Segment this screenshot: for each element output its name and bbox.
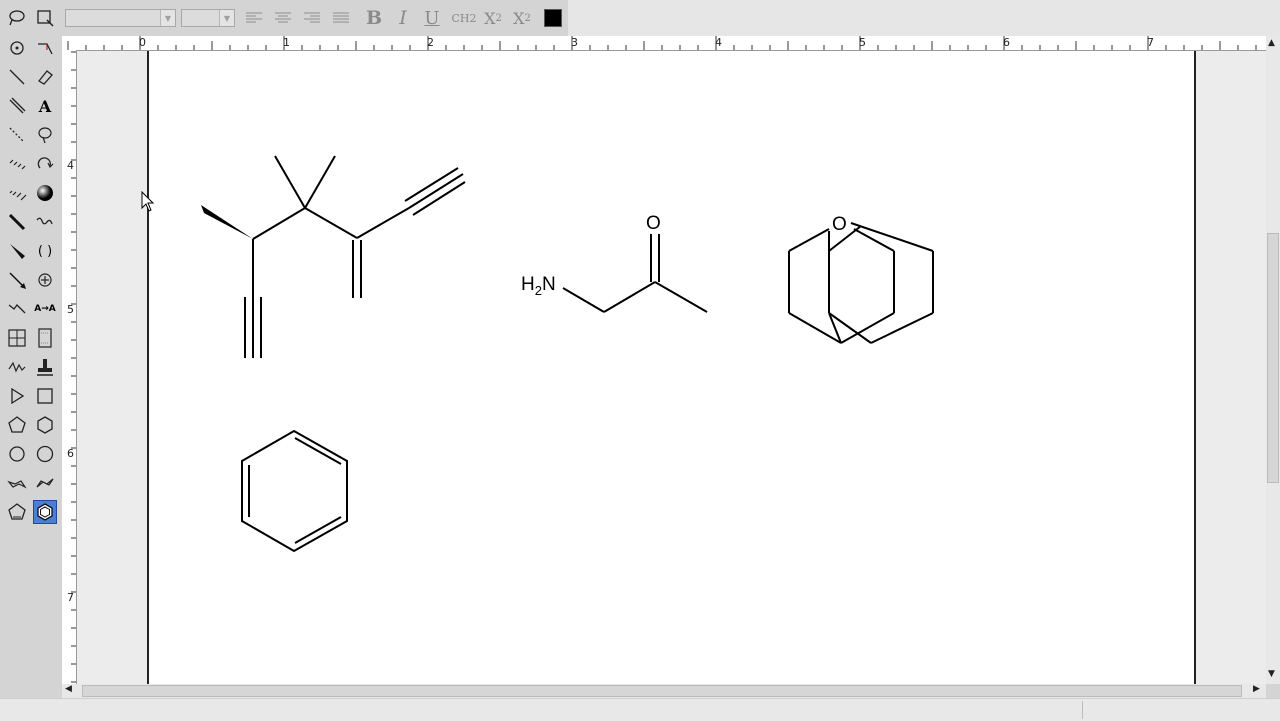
align-left-icon xyxy=(246,12,262,23)
cyclopentane-tool-icon[interactable] xyxy=(5,413,29,437)
justify-icon xyxy=(333,12,349,23)
color-button[interactable] xyxy=(541,6,565,30)
charge-tool-icon[interactable] xyxy=(33,268,57,292)
mouse-cursor-icon xyxy=(141,191,155,212)
chevron-down-icon: ▼ xyxy=(160,10,175,26)
ruler-label: 3 xyxy=(571,36,578,49)
chevron-down-icon: ▼ xyxy=(219,10,234,26)
ruler-label: 2 xyxy=(427,36,434,49)
drawing-svg: H2N O O xyxy=(201,155,934,553)
subscript-button[interactable]: X2 xyxy=(481,6,505,30)
dashed-bond-tool-icon[interactable] xyxy=(5,123,29,147)
text-format-toolbar: ▼ ▼ B I U CH2 X2 X2 xyxy=(0,0,1280,36)
double-bond-tool-icon[interactable] xyxy=(5,94,29,118)
bold-bond-tool-icon[interactable] xyxy=(5,210,29,234)
lasso-select-tool-icon[interactable] xyxy=(33,123,57,147)
marquee-tool-icon[interactable] xyxy=(33,6,57,30)
eraser-tool-icon[interactable] xyxy=(33,65,57,89)
spectrum-tool-icon[interactable] xyxy=(5,355,29,379)
stamp-tool-icon[interactable] xyxy=(33,355,57,379)
italic-button[interactable]: I xyxy=(391,6,415,30)
wedge-bond-tool-icon[interactable] xyxy=(5,239,29,263)
ruler-label: 6 xyxy=(1003,36,1010,49)
ruler-label: 6 xyxy=(67,447,74,460)
rotate-tool-icon[interactable] xyxy=(5,36,29,60)
ruler-label: 7 xyxy=(67,591,74,604)
rotate-arrow-tool-icon[interactable] xyxy=(33,152,57,176)
font-size-select[interactable]: ▼ xyxy=(181,9,235,27)
align-left-button[interactable] xyxy=(242,6,266,30)
cyclohexane-tool-icon[interactable] xyxy=(33,413,57,437)
molecule-enyne xyxy=(201,155,466,358)
scrollbar-thumb[interactable] xyxy=(1267,233,1279,483)
scroll-down-icon[interactable]: ▼ xyxy=(1268,669,1275,679)
ruler-label: 4 xyxy=(67,159,74,172)
scrollbar-thumb[interactable] xyxy=(82,685,1242,697)
chair-left-tool-icon[interactable] xyxy=(5,471,29,495)
wavy-bond-tool-icon[interactable] xyxy=(33,210,57,234)
ruler-label: 1 xyxy=(283,36,290,49)
justify-button[interactable] xyxy=(329,6,353,30)
single-bond-tool-icon[interactable] xyxy=(5,65,29,89)
ruler-label: 0 xyxy=(139,36,146,49)
table-tool-icon[interactable] xyxy=(5,326,29,350)
tlc-plate-tool-icon[interactable] xyxy=(33,326,57,350)
align-center-button[interactable] xyxy=(271,6,295,30)
cycloheptane-tool-icon[interactable] xyxy=(5,442,29,466)
vertical-ruler: 4 5 6 7 xyxy=(62,50,77,684)
hashed-wedge-tool-icon[interactable] xyxy=(5,181,29,205)
scroll-right-icon[interactable]: ▶ xyxy=(1253,684,1260,694)
lasso-tool-icon[interactable] xyxy=(5,6,29,30)
status-divider xyxy=(1082,701,1083,719)
vertical-scrollbar[interactable]: ▲ ▼ xyxy=(1266,36,1280,684)
align-right-button[interactable] xyxy=(300,6,324,30)
horizontal-scrollbar[interactable]: ◀ ▶ xyxy=(62,684,1266,698)
ruler-label: 7 xyxy=(1147,36,1154,49)
ruler-label: 5 xyxy=(67,303,74,316)
bold-button[interactable]: B xyxy=(362,6,386,30)
tool-palette: A ( ) A→A xyxy=(0,36,62,526)
chain-tool-icon[interactable] xyxy=(5,297,29,321)
ruler-label: 5 xyxy=(859,36,866,49)
cyclooctane-tool-icon[interactable] xyxy=(33,442,57,466)
rectangle-tool-icon[interactable] xyxy=(33,384,57,408)
bracket-tool[interactable]: ( ) xyxy=(33,239,57,263)
underline-button[interactable]: U xyxy=(420,6,444,30)
amine-label: H2N xyxy=(521,274,556,298)
ketone-oxygen-label: O xyxy=(646,213,661,234)
text-tool[interactable]: A xyxy=(33,94,57,118)
toolbar-empty-area xyxy=(568,0,1280,36)
color-swatch xyxy=(544,9,562,27)
molecule-aminoacetone xyxy=(562,234,708,313)
pen-tool-icon[interactable] xyxy=(5,268,29,292)
document-page[interactable]: H2N O O xyxy=(147,51,1196,684)
formula-button[interactable]: CH2 xyxy=(450,6,478,30)
scroll-up-icon[interactable]: ▲ xyxy=(1268,38,1275,48)
scroll-left-icon[interactable]: ◀ xyxy=(65,684,72,694)
align-center-icon xyxy=(275,12,291,23)
bond-line-tool-icon[interactable] xyxy=(33,36,57,60)
font-name-select[interactable]: ▼ xyxy=(65,9,176,27)
cyclopentadiene-tool-icon[interactable] xyxy=(5,500,29,524)
benzene-tool-icon[interactable] xyxy=(33,500,57,524)
hashed-bond-tool-icon[interactable] xyxy=(5,152,29,176)
status-bar xyxy=(0,698,1280,721)
superscript-button[interactable]: X2 xyxy=(510,6,534,30)
arrow-shape-tool-icon[interactable] xyxy=(5,384,29,408)
orbital-tool-icon[interactable] xyxy=(33,181,57,205)
horizontal-ruler: 0 1 2 3 4 5 6 7 xyxy=(62,36,1266,51)
oxane-oxygen-label: O xyxy=(832,214,847,235)
align-right-icon xyxy=(304,12,320,23)
ruler-label: 4 xyxy=(715,36,722,49)
chair-right-tool-icon[interactable] xyxy=(33,471,57,495)
atom-map-tool[interactable]: A→A xyxy=(31,297,59,321)
molecule-oxane xyxy=(788,222,934,344)
molecule-benzene xyxy=(241,429,348,553)
